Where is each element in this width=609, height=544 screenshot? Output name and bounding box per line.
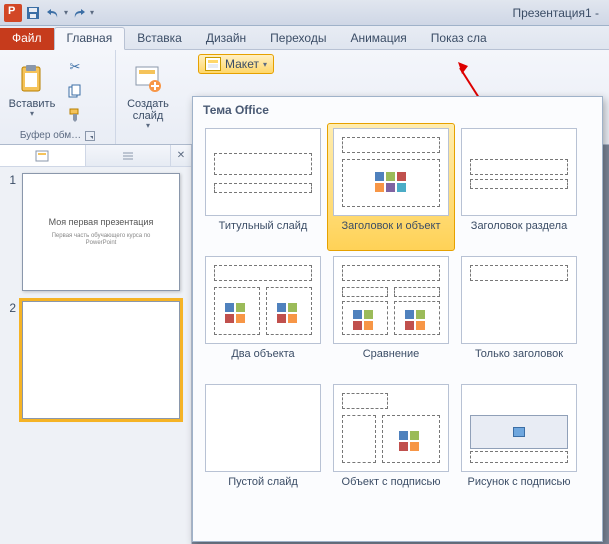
scissors-icon: ✂	[70, 59, 81, 75]
tab-transitions[interactable]: Переходы	[258, 28, 338, 49]
slide-panel: ✕ 1 Моя первая презентация Первая часть …	[0, 145, 192, 544]
outline-icon	[121, 150, 135, 162]
quick-access-toolbar: ▾ ▾	[4, 4, 94, 22]
undo-more-icon[interactable]: ▾	[64, 8, 68, 17]
layout-title-slide[interactable]: Титульный слайд	[199, 123, 327, 251]
layout-title-only[interactable]: Только заголовок	[455, 251, 583, 379]
cut-button[interactable]: ✂	[64, 56, 86, 78]
gallery-header: Тема Office	[193, 97, 602, 121]
layout-label: Макет	[225, 57, 259, 71]
layout-gallery: Тема Office Титульный слайд Заголовок и …	[192, 96, 603, 542]
qat-customize-icon[interactable]: ▾	[90, 8, 94, 17]
tab-home[interactable]: Главная	[54, 27, 126, 50]
chevron-down-icon: ▾	[30, 110, 34, 119]
layout-two-content[interactable]: Два объекта	[199, 251, 327, 379]
tab-slideshow[interactable]: Показ сла	[419, 28, 499, 49]
panel-tabs: ✕	[0, 145, 191, 167]
slide-thumb-2[interactable]: 2	[4, 301, 187, 419]
brush-icon	[68, 108, 82, 122]
redo-icon[interactable]	[70, 4, 88, 22]
app-icon[interactable]	[4, 4, 22, 22]
chevron-down-icon: ▾	[263, 60, 267, 69]
layout-picture-with-caption[interactable]: Рисунок с подписью	[455, 379, 583, 507]
slides-icon	[35, 150, 49, 162]
layout-content-with-caption[interactable]: Объект с подписью	[327, 379, 455, 507]
layout-title-and-content[interactable]: Заголовок и объект	[327, 123, 455, 251]
tab-file[interactable]: Файл	[0, 28, 54, 50]
save-icon[interactable]	[24, 4, 42, 22]
layout-icon	[205, 57, 221, 71]
thumbnails-tab[interactable]	[0, 145, 86, 166]
tab-insert[interactable]: Вставка	[125, 28, 194, 49]
title-bar: ▾ ▾ Презентация1 -	[0, 0, 609, 26]
clipboard-dialog-launcher[interactable]	[85, 131, 95, 141]
slide1-title: Моя первая презентация	[49, 217, 154, 227]
thumbnail-list: 1 Моя первая презентация Первая часть об…	[0, 167, 191, 544]
layout-blank[interactable]: Пустой слайд	[199, 379, 327, 507]
tab-animation[interactable]: Анимация	[338, 28, 418, 49]
chevron-down-icon: ▾	[146, 122, 150, 131]
slide-number: 1	[4, 173, 16, 187]
tab-design[interactable]: Дизайн	[194, 28, 258, 49]
new-slide-button[interactable]: Создать слайд ▾	[120, 61, 176, 133]
layout-button[interactable]: Макет ▾	[198, 54, 274, 74]
close-icon: ✕	[177, 150, 185, 161]
slide-thumb-1[interactable]: 1 Моя первая презентация Первая часть об…	[4, 173, 187, 291]
layout-section-header[interactable]: Заголовок раздела	[455, 123, 583, 251]
format-painter-button[interactable]	[64, 104, 86, 126]
slide1-sub: Первая часть обучающего курса по PowerPo…	[52, 233, 151, 247]
paste-button[interactable]: Вставить ▾	[4, 55, 60, 127]
undo-icon[interactable]	[44, 4, 62, 22]
copy-button[interactable]	[64, 80, 86, 102]
clipboard-group-label: Буфер обм…	[20, 130, 81, 141]
slide-number: 2	[4, 301, 16, 315]
window-title: Презентация1 -	[513, 6, 606, 20]
outline-tab[interactable]	[86, 145, 172, 166]
copy-icon	[68, 84, 82, 98]
new-slide-icon	[132, 63, 164, 95]
panel-close[interactable]: ✕	[171, 145, 191, 166]
new-slide-label: Создать слайд	[127, 98, 169, 122]
layout-comparison[interactable]: Сравнение	[327, 251, 455, 379]
clipboard-icon	[16, 63, 48, 95]
group-clipboard: Вставить ▾ ✂ Буфер обм…	[0, 50, 116, 144]
ribbon-tabs: Файл Главная Вставка Дизайн Переходы Ани…	[0, 26, 609, 50]
group-slides: Создать слайд ▾	[116, 50, 194, 144]
